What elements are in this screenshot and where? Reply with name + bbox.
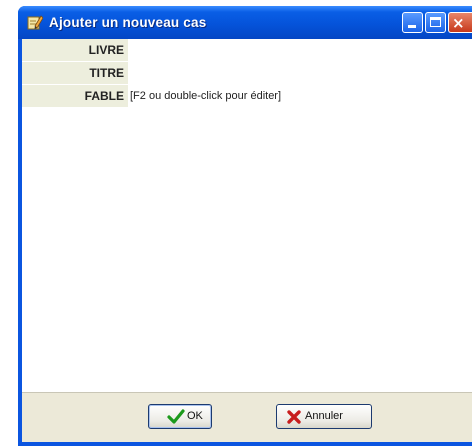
field-row-livre[interactable]: LIVRE bbox=[22, 39, 472, 62]
checkmark-icon bbox=[167, 409, 185, 424]
field-label: TITRE bbox=[22, 62, 128, 84]
red-x-icon bbox=[287, 410, 301, 424]
minimize-icon bbox=[408, 25, 416, 28]
window-frame-bottom bbox=[18, 442, 472, 446]
dialog-window: Ajouter un nouveau cas × LIVRE TITRE FAB… bbox=[18, 6, 472, 446]
field-value-livre[interactable] bbox=[130, 39, 472, 61]
ok-button[interactable]: OK bbox=[148, 404, 212, 429]
title-bar[interactable]: Ajouter un nouveau cas × bbox=[18, 6, 472, 39]
property-grid: LIVRE TITRE FABLE [F2 ou double-click po… bbox=[22, 39, 472, 108]
field-label: LIVRE bbox=[22, 39, 128, 61]
maximize-icon bbox=[430, 17, 441, 27]
field-value-fable[interactable]: [F2 ou double-click pour éditer] bbox=[130, 85, 472, 107]
dialog-content: LIVRE TITRE FABLE [F2 ou double-click po… bbox=[22, 39, 472, 443]
cancel-button[interactable]: Annuler bbox=[276, 404, 372, 429]
field-value-titre[interactable] bbox=[130, 62, 472, 84]
ok-button-label: OK bbox=[187, 410, 203, 422]
edit-pencil-icon bbox=[27, 15, 43, 30]
field-label: FABLE bbox=[22, 85, 128, 107]
button-bar: OK Annuler bbox=[22, 392, 472, 443]
minimize-button[interactable] bbox=[402, 12, 423, 33]
field-row-titre[interactable]: TITRE bbox=[22, 62, 472, 85]
close-button[interactable]: × bbox=[448, 12, 472, 33]
maximize-button[interactable] bbox=[425, 12, 446, 33]
field-row-fable[interactable]: FABLE [F2 ou double-click pour éditer] bbox=[22, 85, 472, 108]
cancel-button-label: Annuler bbox=[305, 410, 343, 422]
window-title: Ajouter un nouveau cas bbox=[49, 15, 207, 30]
close-icon: × bbox=[452, 14, 465, 32]
